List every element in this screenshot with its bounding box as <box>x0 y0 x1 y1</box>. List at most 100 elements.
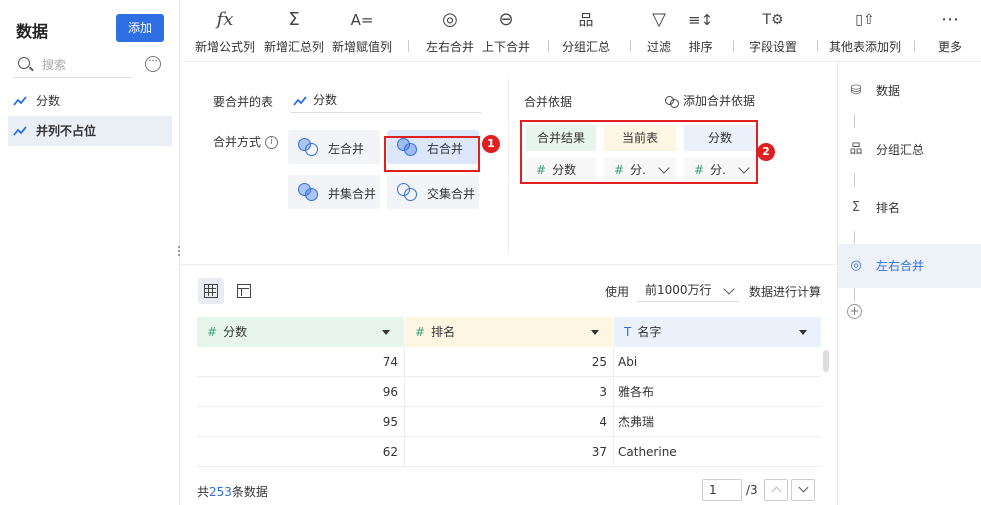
toolbar-label: 新增公式列 <box>195 40 256 54</box>
table-scrollbar[interactable] <box>823 350 829 372</box>
add-data-button[interactable]: 添加 <box>116 14 164 42</box>
row-count-value: 253 <box>209 485 232 499</box>
step-rank[interactable]: Σ 排名 <box>838 186 981 230</box>
number-type-icon: # <box>415 325 426 339</box>
table-cell: 25 <box>405 347 614 377</box>
field-settings-button[interactable]: T⚙ 字段设置 <box>749 8 797 55</box>
column-header-rank[interactable]: # 排名 <box>405 317 613 347</box>
column-header-label: 名字 <box>637 325 662 339</box>
info-icon[interactable]: i <box>265 136 279 149</box>
grid-icon <box>204 284 218 298</box>
card-view-button[interactable] <box>231 278 257 304</box>
row-limit-select[interactable]: 前1000万行 <box>637 280 739 302</box>
toolbar-divider <box>733 40 734 52</box>
sidebar-item-score[interactable]: 分数 <box>8 86 172 116</box>
toolbar-label: 其他表添加列 <box>829 40 902 54</box>
filter-button[interactable]: ▽ 过滤 <box>647 8 671 55</box>
dropdown-caret-icon[interactable] <box>382 330 390 335</box>
more-options-icon[interactable]: ··· <box>145 56 161 72</box>
union-merge-option[interactable]: 并集合并 <box>288 175 380 209</box>
annotation-badge-1: 1 <box>482 135 500 153</box>
sigma-icon: Σ <box>851 200 861 215</box>
column-header-label: 分数 <box>223 325 248 339</box>
page-number-input[interactable] <box>702 479 742 501</box>
add-formula-column-button[interactable]: fx 新增公式列 <box>195 8 255 55</box>
table-cell: 74 <box>197 347 405 377</box>
dropdown-caret-icon[interactable] <box>799 330 807 335</box>
line-chart-icon <box>13 96 27 106</box>
toolbar-divider <box>630 40 631 52</box>
resize-handle[interactable] <box>176 244 182 260</box>
table-row: 62 37 Catherine <box>197 437 821 467</box>
column-header-score[interactable]: # 分数 <box>197 317 404 347</box>
step-data[interactable]: ⛁ 数据 <box>838 69 981 113</box>
group-summary-icon: 品 <box>849 142 863 157</box>
toolbar-label: 分组汇总 <box>562 40 611 54</box>
step-group-summary[interactable]: 品 分组汇总 <box>838 128 981 172</box>
merge-basis-label: 合并依据 <box>524 95 573 109</box>
table-row: 95 4 杰弗瑞 <box>197 407 821 437</box>
toolbar-label: 左右合并 <box>426 40 475 54</box>
add-merge-basis-button[interactable]: 添加合并依据 <box>665 92 755 109</box>
toolbar-label: 上下合并 <box>482 40 531 54</box>
merge-mode-label: 合并方式 i <box>213 133 279 150</box>
step-connector <box>854 114 855 128</box>
toolbar-divider <box>817 40 818 52</box>
group-summary-button[interactable]: 品 分组汇总 <box>562 8 610 55</box>
table-view-button[interactable] <box>198 278 224 304</box>
left-right-merge-icon: ◎ <box>850 258 862 273</box>
sidebar-item-label: 分数 <box>36 94 61 108</box>
more-button[interactable]: ⋯ 更多 <box>938 8 962 55</box>
toolbar-label: 新增赋值列 <box>332 40 393 54</box>
data-sidebar: 数据 添加 搜索 ··· 分数 并列不占位 <box>0 0 180 505</box>
table-cell: 3 <box>405 377 614 407</box>
step-label: 排名 <box>876 201 901 215</box>
left-right-merge-icon: ◎ <box>442 9 458 30</box>
section-divider <box>181 264 836 265</box>
toolbar-label: 新增汇总列 <box>264 40 325 54</box>
add-summary-column-button[interactable]: Σ 新增汇总列 <box>264 8 324 55</box>
database-icon: ⛁ <box>850 83 862 98</box>
layout-icon <box>237 284 251 298</box>
intersect-merge-option[interactable]: 交集合并 <box>387 175 479 209</box>
compute-label: 数据进行计算 <box>749 285 822 299</box>
merge-table-value: 分数 <box>313 93 338 107</box>
toolbar-divider <box>408 40 409 52</box>
column-header-label: 排名 <box>431 325 456 339</box>
search-placeholder: 搜索 <box>42 58 67 72</box>
toolbar-divider <box>914 40 915 52</box>
union-merge-icon <box>298 183 318 201</box>
table-cell: 37 <box>405 437 614 467</box>
number-type-icon: # <box>207 325 218 339</box>
chevron-down-icon <box>723 283 735 295</box>
prev-page-button[interactable] <box>764 479 788 501</box>
table-cell: 95 <box>197 407 405 437</box>
sidebar-item-label: 并列不占位 <box>36 124 97 138</box>
sidebar-title: 数据 <box>16 22 49 41</box>
merge-option-label: 并集合并 <box>328 187 377 201</box>
next-page-button[interactable] <box>791 479 815 501</box>
group-summary-icon: 品 <box>578 11 594 29</box>
up-down-merge-button[interactable]: ⊖ 上下合并 <box>482 8 530 55</box>
add-step-button[interactable]: + <box>847 304 862 319</box>
column-header-name[interactable]: T 名字 <box>614 317 821 347</box>
sidebar-item-tie-no-skip[interactable]: 并列不占位 <box>8 116 172 146</box>
merge-mode-text: 合并方式 <box>213 135 262 149</box>
table-cell: 96 <box>197 377 405 407</box>
add-assign-column-button[interactable]: A= 新增赋值列 <box>332 8 392 55</box>
sort-button[interactable]: ≡↕ 排序 <box>688 8 713 55</box>
add-column-from-other-table-button[interactable]: ▯⇧ 其他表添加列 <box>829 8 901 55</box>
step-connector <box>854 288 855 302</box>
step-left-right-merge[interactable]: ◎ 左右合并 <box>838 244 981 288</box>
merge-table-select[interactable]: 分数 <box>291 89 481 113</box>
add-column-from-other-table-icon: ▯⇧ <box>855 12 875 28</box>
merge-config-panel: 要合并的表 分数 合并方式i 左合并 右合并 并集合并 交集合并 1 合并依据 <box>181 62 836 262</box>
dropdown-caret-icon[interactable] <box>591 330 599 335</box>
search-input[interactable]: 搜索 <box>14 52 132 78</box>
left-merge-option[interactable]: 左合并 <box>288 130 380 164</box>
step-label: 分组汇总 <box>876 143 925 157</box>
text-type-icon: T <box>624 325 632 339</box>
left-right-merge-button[interactable]: ◎ 左右合并 <box>426 8 474 55</box>
sigma-icon: Σ <box>288 9 300 30</box>
annotation-badge-2: 2 <box>757 143 775 161</box>
